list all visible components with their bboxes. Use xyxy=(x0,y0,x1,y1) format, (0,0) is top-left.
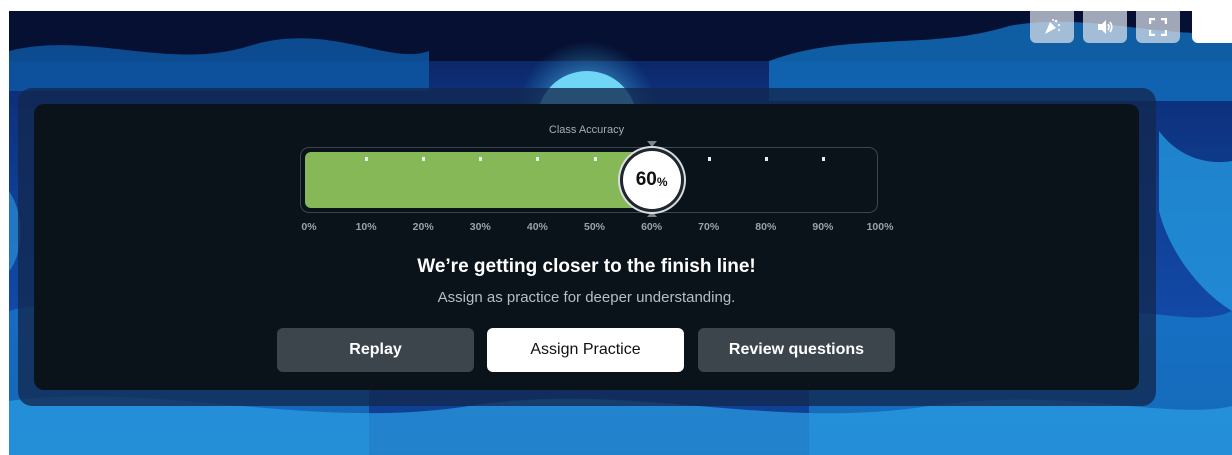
accuracy-tick-80 xyxy=(764,157,768,161)
scale-label: 20% xyxy=(412,221,434,233)
scale-label: 30% xyxy=(469,221,491,233)
accuracy-marker-bottom xyxy=(646,211,657,217)
accuracy-value-bubble: 60% xyxy=(622,151,681,209)
scale-label: 50% xyxy=(583,221,605,233)
assign-practice-button[interactable]: Assign Practice xyxy=(487,328,684,372)
accuracy-value: 60 xyxy=(635,169,657,190)
accuracy-unit: % xyxy=(656,175,668,189)
scale-label: 60% xyxy=(641,221,663,233)
accuracy-tick-40 xyxy=(536,157,540,161)
accuracy-tick-20 xyxy=(422,157,426,161)
scale-label: 0% xyxy=(301,221,317,233)
accuracy-tick-50 xyxy=(593,157,597,161)
volume-icon xyxy=(1098,20,1113,34)
results-panel: Class Accuracy 60% 0% 10% 20% 30% 40% 50% 60% 7… xyxy=(34,104,1139,390)
accuracy-bar xyxy=(300,147,878,213)
scale-label: 80% xyxy=(755,221,777,233)
accuracy-tick-70 xyxy=(707,157,711,161)
confetti-icon xyxy=(1045,19,1061,34)
scale-label: 100% xyxy=(866,221,894,233)
result-headline: We’re getting closer to the finish line! xyxy=(417,256,756,277)
fullscreen-button[interactable] xyxy=(1136,11,1180,43)
accuracy-tick-90 xyxy=(821,157,825,161)
game-controls xyxy=(1030,11,1232,43)
scale-label: 10% xyxy=(355,221,377,233)
scale-label: 70% xyxy=(698,221,720,233)
accuracy-tick-30 xyxy=(479,157,483,161)
fullscreen-icon xyxy=(1149,18,1167,36)
accuracy-marker-top xyxy=(646,141,657,147)
side-panel-edge xyxy=(1192,11,1232,43)
replay-button[interactable]: Replay xyxy=(277,328,474,372)
review-questions-button[interactable]: Review questions xyxy=(698,328,895,372)
confetti-button[interactable] xyxy=(1030,11,1074,43)
scale-label: 90% xyxy=(812,221,834,233)
volume-button[interactable] xyxy=(1083,11,1127,43)
scale-label: 40% xyxy=(526,221,548,233)
accuracy-tick-10 xyxy=(365,157,369,161)
result-subline: Assign as practice for deeper understand… xyxy=(437,289,736,306)
game-results-screen: Class Accuracy 60% 0% 10% 20% 30% 40% 50% 60% 7… xyxy=(9,11,1232,455)
accuracy-title: Class Accuracy xyxy=(548,124,625,136)
